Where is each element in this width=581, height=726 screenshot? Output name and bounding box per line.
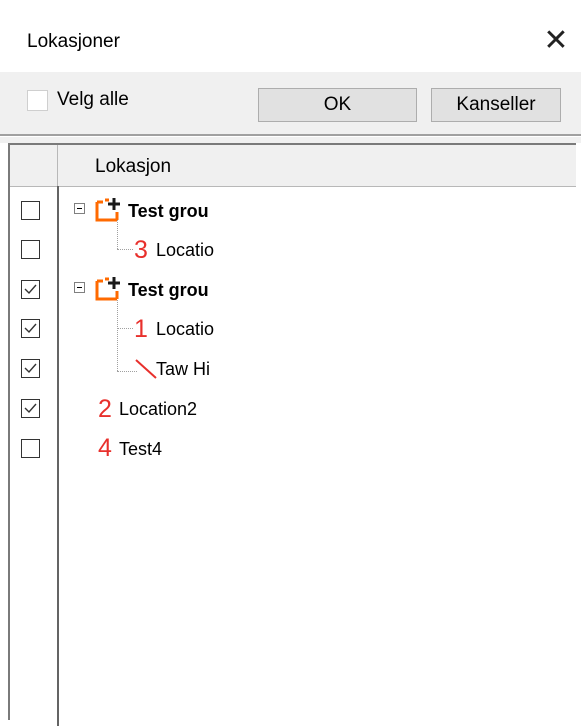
row-label: Test grou — [128, 280, 209, 300]
row-checkbox[interactable] — [21, 439, 40, 458]
group-add-icon — [95, 198, 120, 222]
window-title: Lokasjoner — [27, 31, 120, 52]
close-icon: ✕ — [543, 23, 569, 58]
location-marker: 1 — [134, 315, 148, 343]
tree-row[interactable]: Test grou — [10, 271, 576, 310]
lokasjoner-dialog: Lokasjoner ✕ Velg alle OK Kanseller Loka… — [0, 0, 581, 726]
checkbox-checked-icon — [24, 363, 37, 374]
location-grid[interactable]: Lokasjon Test grou 3 Locatio Test grou 1… — [8, 143, 576, 726]
location-marker: 2 — [98, 395, 112, 423]
row-checkbox[interactable] — [21, 359, 40, 378]
checkbox-checked-icon — [24, 403, 37, 414]
row-label: Taw Hi — [156, 359, 211, 379]
row-label: Locatio — [156, 319, 215, 339]
tree-row[interactable]: Taw Hi — [10, 350, 576, 389]
select-all-checkbox[interactable] — [27, 90, 48, 111]
cancel-button[interactable]: Kanseller — [431, 88, 561, 122]
ok-button[interactable]: OK — [258, 88, 417, 122]
close-button[interactable]: ✕ — [536, 21, 576, 61]
tree-row[interactable]: Test grou — [10, 192, 576, 231]
select-all-label[interactable]: Velg alle — [57, 89, 129, 111]
tree-row[interactable]: 1 Locatio — [10, 310, 576, 349]
column-header-lokasjon[interactable]: Lokasjon — [95, 156, 171, 178]
tree-row[interactable]: 2 Location2 — [10, 390, 576, 429]
location-marker: 4 — [98, 434, 112, 462]
checkbox-checked-icon — [24, 323, 37, 334]
row-checkbox[interactable] — [21, 399, 40, 418]
tree-collapse-icon[interactable] — [74, 203, 85, 214]
row-label: Location2 — [119, 399, 198, 419]
toolbar: Velg alle OK Kanseller — [0, 72, 581, 134]
row-checkbox[interactable] — [21, 319, 40, 338]
row-label: Test grou — [128, 201, 209, 221]
tree-collapse-icon[interactable] — [74, 282, 85, 293]
tree-row[interactable]: 4 Test4 — [10, 430, 576, 469]
check-column-header[interactable] — [10, 145, 58, 186]
checkbox-checked-icon — [24, 284, 37, 295]
row-checkbox[interactable] — [21, 240, 40, 259]
row-label: Locatio — [156, 240, 215, 260]
line-marker-icon — [135, 359, 157, 379]
row-label: Test4 — [119, 439, 163, 459]
title-bar: Lokasjoner ✕ — [0, 0, 581, 72]
tree-row[interactable]: 3 Locatio — [10, 231, 576, 270]
location-marker: 3 — [134, 236, 148, 264]
row-checkbox[interactable] — [21, 280, 40, 299]
group-add-icon — [95, 277, 120, 301]
grid-header: Lokasjon — [10, 145, 576, 187]
row-checkbox[interactable] — [21, 201, 40, 220]
